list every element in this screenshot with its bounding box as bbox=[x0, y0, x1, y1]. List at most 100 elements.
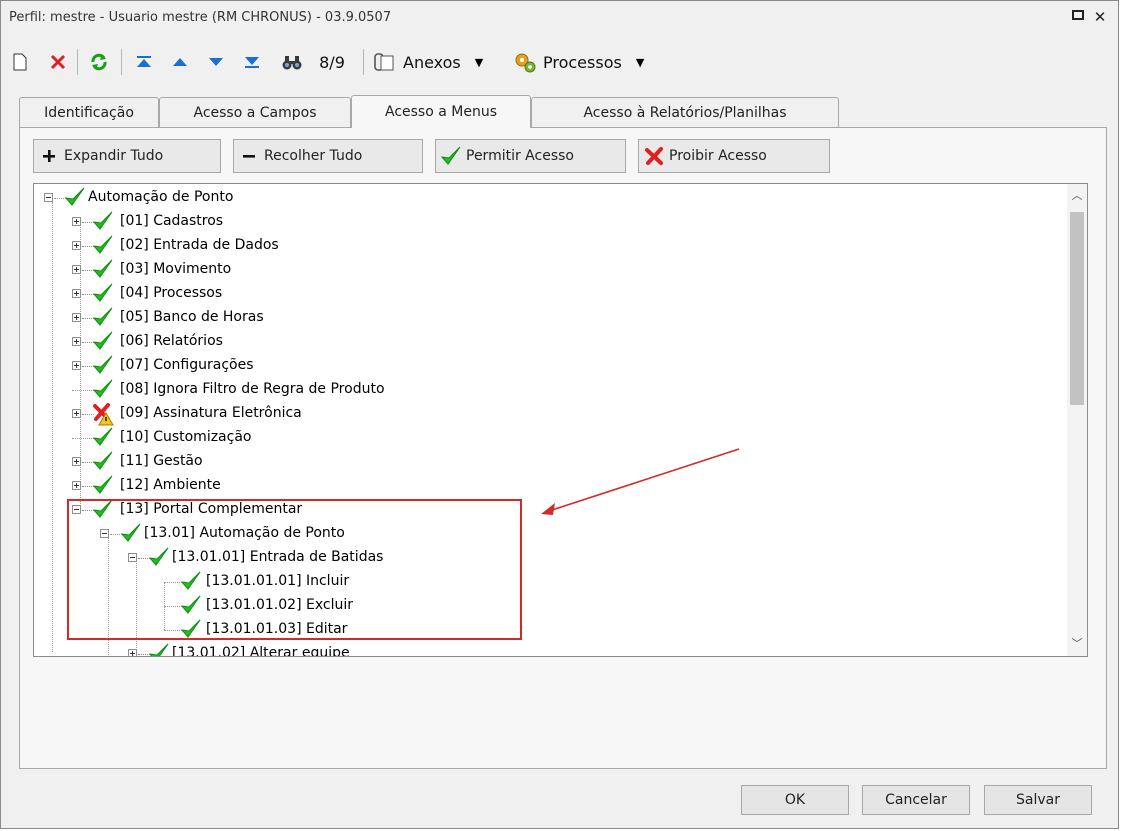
vertical-scrollbar[interactable]: ︿ ﹀ bbox=[1067, 184, 1087, 656]
tab-acesso-relatorios[interactable]: Acesso à Relatórios/Planilhas bbox=[531, 97, 839, 127]
expand-toggle[interactable] bbox=[72, 337, 81, 346]
tree-node-label: [13.01] Automação de Ponto bbox=[144, 525, 345, 541]
tab-identificacao[interactable]: Identificação bbox=[19, 97, 159, 127]
expand-toggle[interactable] bbox=[72, 217, 81, 226]
tree-node-label: [12] Ambiente bbox=[120, 477, 221, 493]
tree-node-label: [01] Cadastros bbox=[120, 213, 224, 229]
profile-window: Perfil: mestre - Usuario mestre (RM CHRO… bbox=[0, 0, 1119, 829]
collapse-toggle[interactable] bbox=[44, 193, 53, 202]
tree-node-label: [13.01.01] Entrada de Batidas bbox=[172, 549, 384, 565]
tab-acesso-menus[interactable]: Acesso a Menus bbox=[351, 95, 531, 128]
check-icon bbox=[92, 474, 114, 496]
tab-strip: Identificação Acesso a Campos Acesso a M… bbox=[19, 95, 1104, 128]
collapse-toggle[interactable] bbox=[72, 505, 81, 514]
tree-node-label: [13.01.01.02] Excluir bbox=[206, 597, 353, 613]
check-icon bbox=[92, 234, 114, 256]
expand-toggle[interactable] bbox=[72, 481, 81, 490]
check-icon bbox=[180, 570, 202, 592]
check-icon bbox=[92, 450, 114, 472]
allow-access-label: Permitir Acesso bbox=[466, 148, 574, 164]
title-bar: Perfil: mestre - Usuario mestre (RM CHRO… bbox=[1, 1, 1118, 35]
binoculars-icon[interactable] bbox=[277, 47, 307, 77]
tree-node-label: [03] Movimento bbox=[120, 261, 232, 277]
new-document-icon[interactable] bbox=[7, 47, 33, 77]
expand-toggle[interactable] bbox=[72, 241, 81, 250]
deny-access-button[interactable]: Proibir Acesso bbox=[638, 139, 830, 173]
previous-record-icon[interactable] bbox=[167, 47, 193, 77]
check-icon bbox=[180, 594, 202, 616]
tree-node-label: [13.01.01.01] Incluir bbox=[206, 573, 350, 589]
chevron-down-icon: ▼ bbox=[474, 55, 484, 69]
tree-node-label: [02] Entrada de Dados bbox=[120, 237, 279, 253]
collapse-all-label: Recolher Tudo bbox=[264, 148, 363, 164]
toolbar: 8/9 Anexos ▼ Processos ▼ bbox=[1, 41, 1118, 83]
tree-node-label: [13] Portal Complementar bbox=[120, 501, 303, 517]
collapse-all-button[interactable]: Recolher Tudo bbox=[233, 139, 423, 173]
menu-access-tree: Automação de Ponto [01] Cadastros [02] En… bbox=[33, 183, 1088, 657]
anexos-button[interactable]: Anexos ▼ bbox=[373, 47, 503, 77]
first-record-icon[interactable] bbox=[131, 47, 157, 77]
expand-toggle[interactable] bbox=[128, 649, 137, 656]
record-counter: 8/9 bbox=[319, 52, 345, 72]
scroll-up-icon[interactable]: ︿ bbox=[1067, 186, 1087, 206]
check-icon bbox=[92, 306, 114, 328]
collapse-toggle[interactable] bbox=[100, 529, 109, 538]
delete-icon[interactable] bbox=[45, 47, 71, 77]
check-icon bbox=[120, 522, 142, 544]
red-x-warning-icon bbox=[92, 402, 114, 426]
processos-label: Processos bbox=[543, 52, 622, 72]
tree-node-label: [10] Customização bbox=[120, 429, 252, 445]
cancel-button[interactable]: Cancelar bbox=[862, 785, 970, 815]
chevron-down-icon: ▼ bbox=[635, 55, 645, 69]
window-title: Perfil: mestre - Usuario mestre (RM CHRO… bbox=[9, 10, 392, 25]
check-icon bbox=[92, 498, 114, 520]
annotation-arrow bbox=[541, 448, 740, 515]
expand-all-button[interactable]: Expandir Tudo bbox=[33, 139, 221, 173]
deny-access-label: Proibir Acesso bbox=[669, 148, 767, 164]
tab-acesso-campos[interactable]: Acesso a Campos bbox=[159, 97, 351, 127]
gears-icon bbox=[513, 51, 537, 73]
scrollbar-thumb[interactable] bbox=[1070, 212, 1084, 405]
check-icon bbox=[436, 145, 466, 167]
check-icon bbox=[92, 354, 114, 376]
expand-toggle[interactable] bbox=[72, 265, 81, 274]
expand-toggle[interactable] bbox=[72, 361, 81, 370]
refresh-icon[interactable] bbox=[85, 47, 113, 77]
expand-toggle[interactable] bbox=[72, 313, 81, 322]
check-icon bbox=[148, 642, 170, 656]
plus-icon bbox=[34, 149, 64, 163]
tree-node-label: Automação de Ponto bbox=[88, 189, 234, 205]
tree-node-label: [07] Configurações bbox=[120, 357, 254, 373]
scroll-down-icon[interactable]: ﹀ bbox=[1067, 634, 1087, 654]
tree-node-label: [08] Ignora Filtro de Regra de Produto bbox=[120, 381, 385, 397]
next-record-icon[interactable] bbox=[203, 47, 229, 77]
allow-access-button[interactable]: Permitir Acesso bbox=[435, 139, 626, 173]
restore-icon[interactable] bbox=[1068, 7, 1088, 27]
save-button[interactable]: Salvar bbox=[984, 785, 1092, 815]
tree-node-label: [13.01.01.03] Editar bbox=[206, 621, 348, 637]
check-icon bbox=[180, 618, 202, 640]
check-icon bbox=[92, 330, 114, 352]
tree-node-label: [11] Gestão bbox=[120, 453, 203, 469]
expand-toggle[interactable] bbox=[72, 457, 81, 466]
check-icon bbox=[148, 546, 170, 568]
processos-button[interactable]: Processos ▼ bbox=[513, 47, 663, 77]
tree-node-label: [09] Assinatura Eletrônica bbox=[120, 405, 302, 421]
check-icon bbox=[92, 258, 114, 280]
expand-toggle[interactable] bbox=[72, 289, 81, 298]
anexos-label: Anexos bbox=[403, 52, 461, 72]
collapse-toggle[interactable] bbox=[128, 553, 137, 562]
check-icon bbox=[92, 282, 114, 304]
paperclip-icon bbox=[373, 52, 397, 72]
last-record-icon[interactable] bbox=[239, 47, 265, 77]
tree-node-label: [04] Processos bbox=[120, 285, 223, 301]
tree-node-label: [05] Banco de Horas bbox=[120, 309, 264, 325]
check-icon bbox=[92, 210, 114, 232]
red-x-icon bbox=[639, 146, 669, 166]
close-icon[interactable]: ✕ bbox=[1090, 7, 1110, 27]
ok-button[interactable]: OK bbox=[741, 785, 849, 815]
check-icon bbox=[92, 378, 114, 400]
minus-icon bbox=[234, 149, 264, 163]
check-icon bbox=[92, 426, 114, 448]
expand-toggle[interactable] bbox=[72, 409, 81, 418]
